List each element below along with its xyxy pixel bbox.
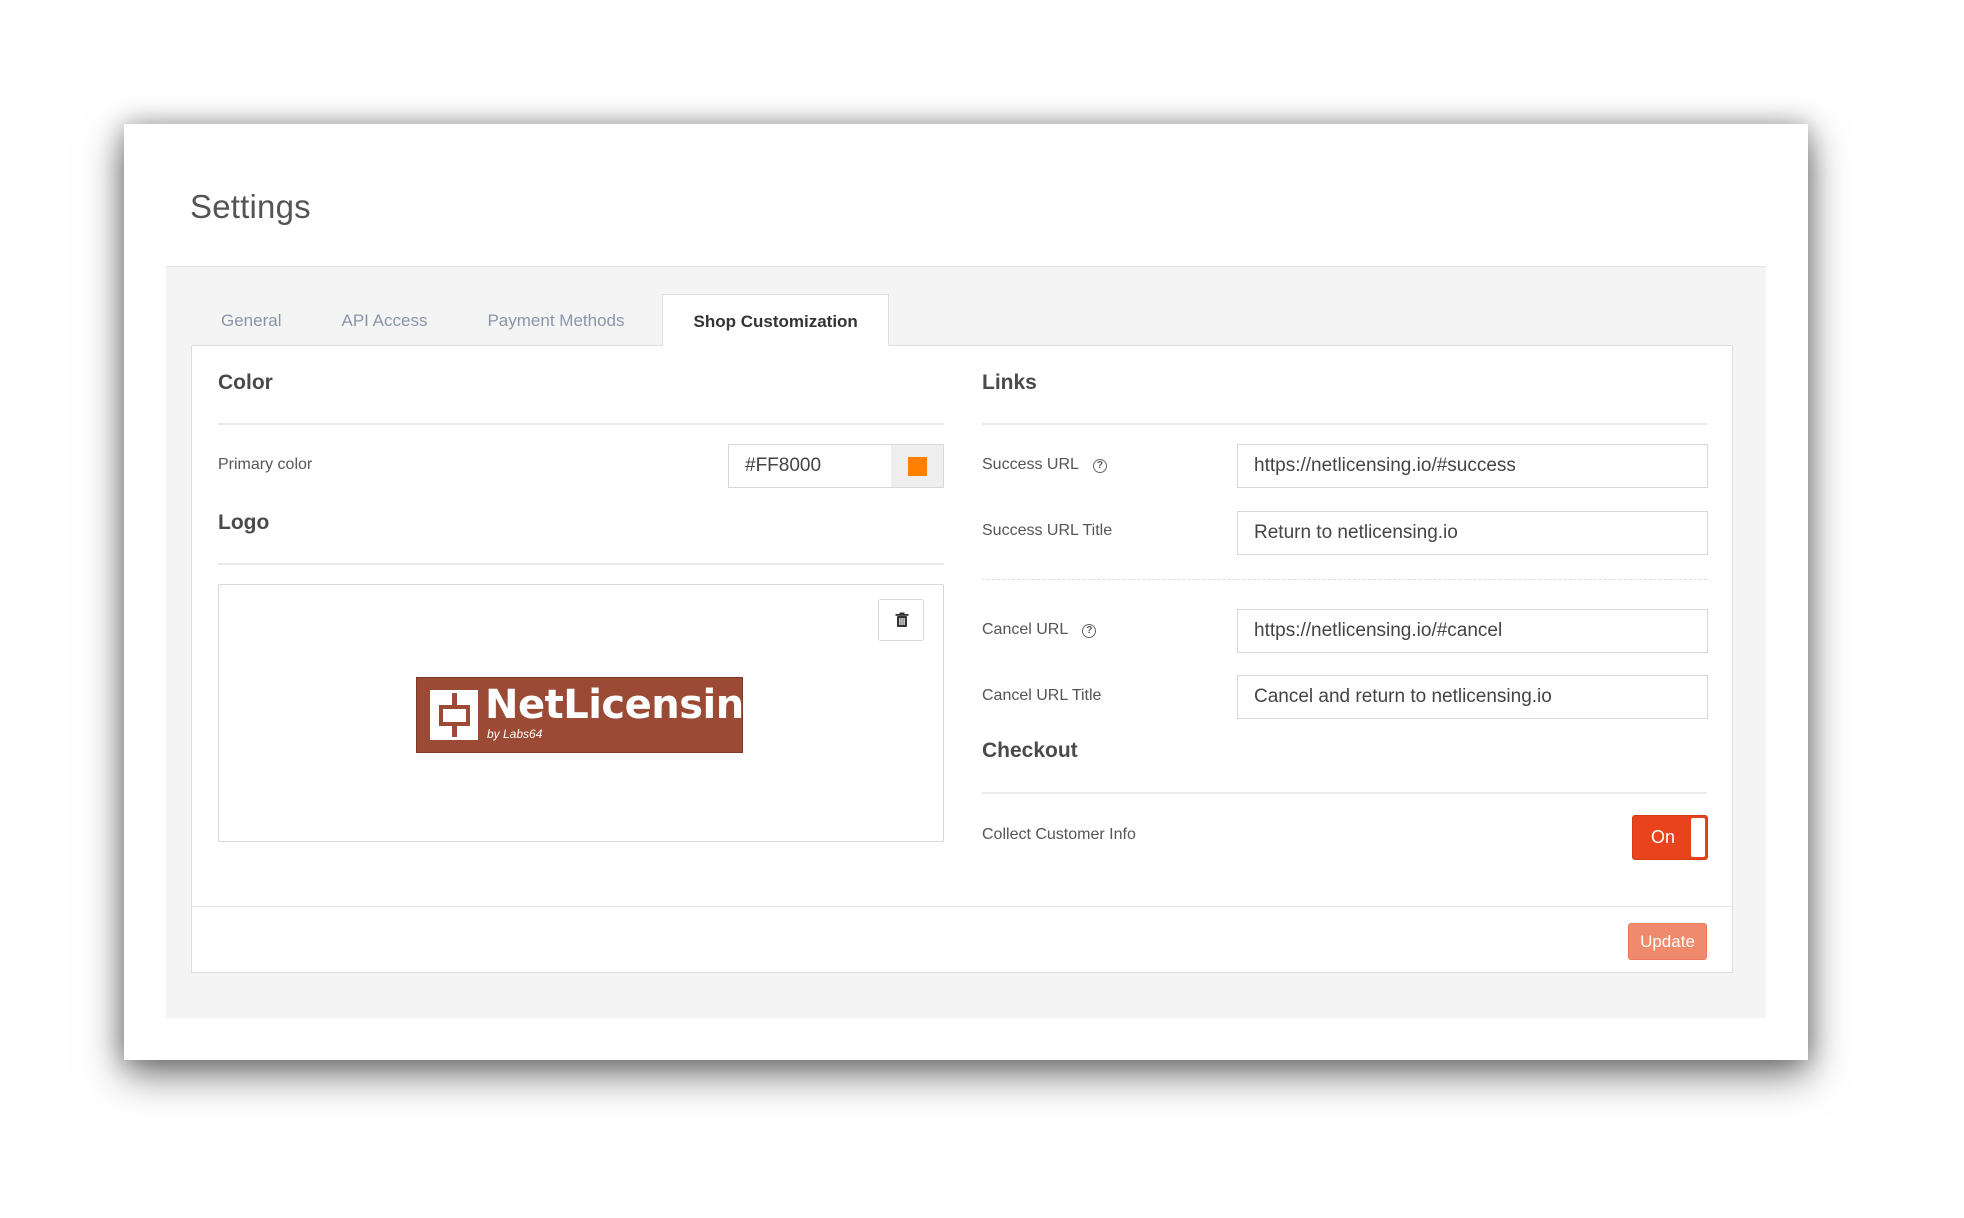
success-url-label: Success URL?	[982, 456, 1107, 474]
logo-wordmark: NetLicensing	[485, 682, 772, 728]
help-icon[interactable]: ?	[1082, 624, 1097, 638]
primary-color-input[interactable]	[728, 444, 892, 488]
logo-tagline: by Labs64	[487, 727, 543, 741]
logo-section-divider	[218, 563, 944, 565]
cancel-url-label-text: Cancel URL	[982, 621, 1069, 638]
update-button[interactable]: Update	[1628, 923, 1707, 960]
settings-page: Settings General API Access Payment Meth…	[166, 166, 1766, 1018]
checkout-section-title: Checkout	[982, 739, 1078, 762]
success-url-title-input[interactable]	[1237, 511, 1708, 555]
collect-customer-info-label: Collect Customer Info	[982, 826, 1136, 843]
tab-api-access[interactable]: API Access	[311, 294, 457, 346]
tab-shop-customization[interactable]: Shop Customization	[662, 294, 889, 346]
color-picker-button[interactable]	[891, 444, 944, 488]
toggle-knob	[1691, 818, 1705, 857]
cancel-url-label: Cancel URL?	[982, 621, 1097, 639]
cancel-url-title-input[interactable]	[1237, 675, 1708, 719]
panel-footer: Update	[192, 906, 1732, 973]
netlicensing-logo: NetLicensing by Labs64	[416, 677, 772, 753]
help-icon[interactable]: ?	[1092, 459, 1107, 473]
links-separator	[982, 579, 1707, 580]
cancel-url-title-label: Cancel URL Title	[982, 687, 1102, 704]
color-section-divider	[218, 423, 944, 425]
color-swatch	[908, 457, 927, 476]
toggle-state-label: On	[1651, 827, 1676, 847]
screenshot-stage: Settings General API Access Payment Meth…	[0, 0, 1964, 1218]
color-section-title: Color	[218, 371, 273, 394]
browser-window: Settings General API Access Payment Meth…	[124, 124, 1808, 1060]
success-url-title-label: Success URL Title	[982, 522, 1113, 539]
success-url-label-text: Success URL	[982, 456, 1079, 473]
logo-mark-icon	[430, 690, 478, 740]
logo-preview-box: NetLicensing by Labs64	[218, 584, 944, 842]
page-title: Settings	[190, 188, 311, 225]
success-url-input[interactable]	[1237, 444, 1708, 488]
delete-logo-button[interactable]	[878, 599, 924, 641]
links-section-divider	[982, 423, 1707, 425]
collect-customer-info-toggle[interactable]: On	[1632, 815, 1708, 860]
links-section-title: Links	[982, 371, 1037, 394]
tab-payment-methods[interactable]: Payment Methods	[457, 294, 654, 346]
shop-customization-panel: Color Primary color Logo	[191, 345, 1733, 973]
trash-icon	[895, 612, 909, 627]
cancel-url-input[interactable]	[1237, 609, 1708, 653]
logo-section-title: Logo	[218, 511, 270, 534]
checkout-section-divider	[982, 792, 1707, 794]
page-header: Settings	[166, 166, 1766, 267]
settings-tabs: General API Access Payment Methods Shop …	[191, 294, 889, 346]
primary-color-label: Primary color	[218, 456, 313, 473]
tab-general[interactable]: General	[191, 294, 311, 346]
